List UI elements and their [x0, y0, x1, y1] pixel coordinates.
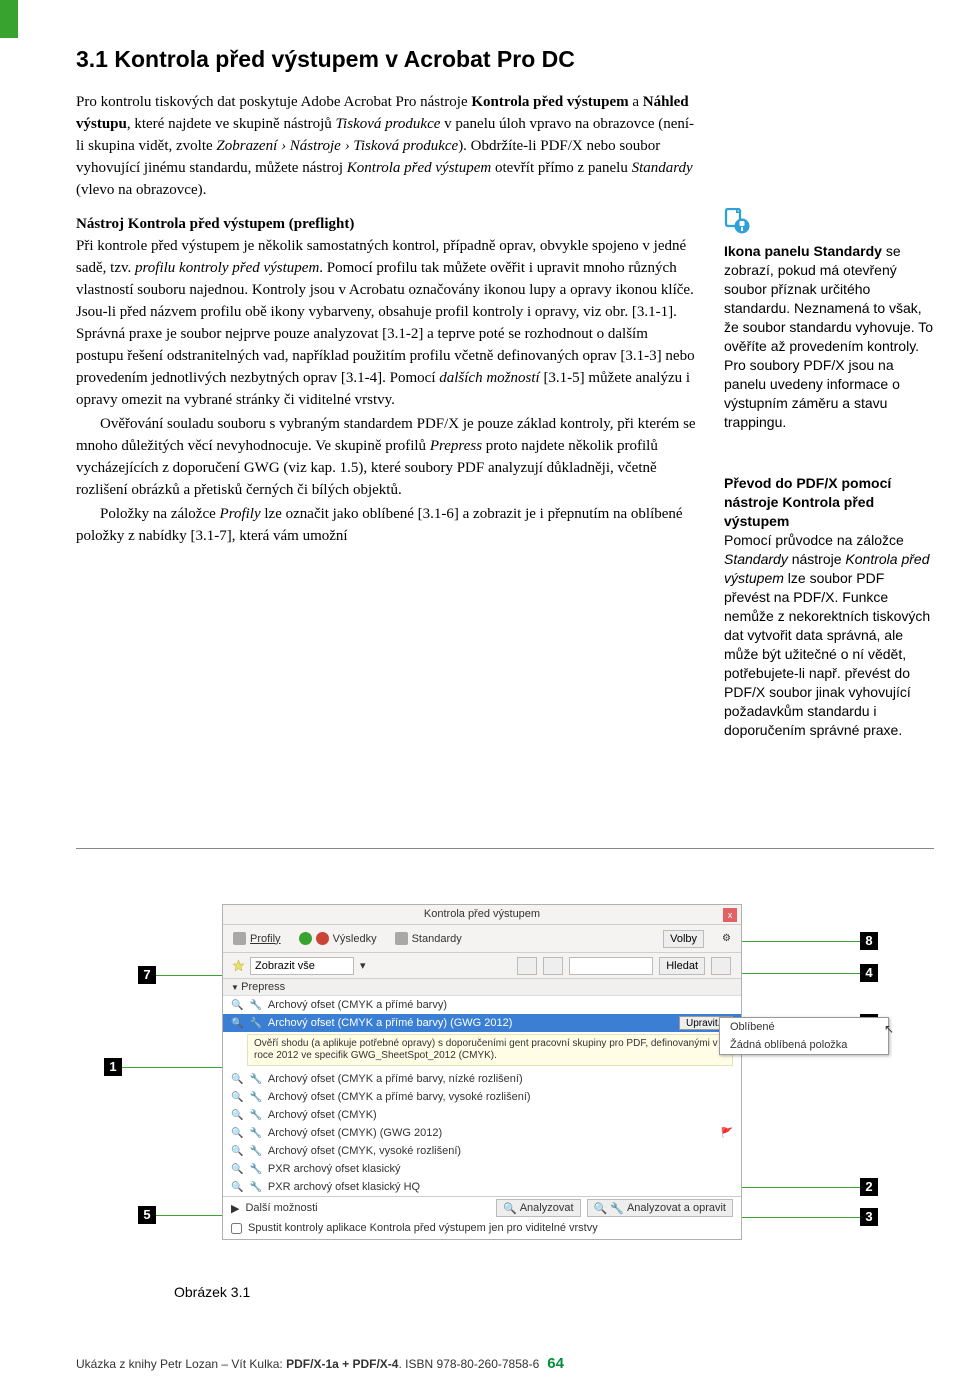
sidebar-note-1: Ikona panelu Standardy se zobrazí, pokud… — [724, 242, 934, 432]
profile-row-selected[interactable]: 🔍🔧Archový ofset (CMYK a přímé barvy) (GW… — [223, 1014, 741, 1032]
callout-line — [726, 973, 860, 974]
magnifier-icon: 🔍 — [594, 1202, 608, 1215]
more-options-row: ▶ Další možnosti 🔍Analyzovat 🔍🔧Analyzova… — [223, 1196, 741, 1219]
check-icon — [299, 932, 312, 945]
wrench-icon: 🔧 — [249, 1110, 261, 1121]
profile-list: Prepress 🔍🔧Archový ofset (CMYK a přímé b… — [223, 979, 741, 1239]
page-accent — [0, 0, 18, 38]
wrench-icon: 🔧 — [610, 1202, 624, 1215]
search-button[interactable] — [659, 957, 705, 975]
profile-row[interactable]: 🔍🔧Archový ofset (CMYK a přímé barvy, níz… — [223, 1070, 741, 1088]
paragraph-4: Položky na záložce Profily lze označit j… — [76, 503, 698, 547]
callout-7: 7 — [138, 966, 156, 984]
magnifier-icon: 🔍 — [231, 1182, 243, 1193]
callout-line — [742, 1217, 860, 1218]
favorite-icon[interactable] — [233, 960, 244, 971]
divider — [76, 848, 934, 849]
wrench-icon: 🔧 — [249, 1018, 261, 1029]
visible-layers-option: Spustit kontroly aplikace Kontrola před … — [223, 1219, 741, 1237]
tab-profiles[interactable]: Profily — [233, 932, 281, 945]
options-button[interactable] — [663, 930, 704, 948]
analyze-and-fix-button[interactable]: 🔍🔧Analyzovat a opravit — [587, 1199, 733, 1217]
wrench-icon: 🔧 — [249, 1146, 261, 1157]
section-heading: 3.1 Kontrola před výstupem v Acrobat Pro… — [76, 46, 698, 73]
filter-icon-button[interactable] — [543, 957, 563, 975]
callout-3: 3 — [860, 1208, 878, 1226]
magnifier-icon: 🔍 — [231, 1092, 243, 1103]
magnifier-icon: 🔍 — [231, 1000, 243, 1011]
sidebar-note-2: Převod do PDF/X pomocí nástroje Kontrola… — [724, 474, 934, 740]
profiles-icon — [233, 932, 246, 945]
page-number: 64 — [547, 1355, 564, 1372]
wrench-icon: 🔧 — [249, 1164, 261, 1175]
profile-row[interactable]: 🔍🔧Archový ofset (CMYK) (GWG 2012)🚩 — [223, 1124, 741, 1142]
visible-layers-checkbox[interactable] — [231, 1223, 242, 1234]
magnifier-icon: 🔍 — [231, 1164, 243, 1175]
wrench-icon: 🔧 — [249, 1092, 261, 1103]
expand-icon[interactable]: ▶ — [231, 1202, 239, 1215]
search-input[interactable] — [569, 957, 653, 975]
popup-item[interactable]: Žádná oblíbená položka — [720, 1036, 888, 1054]
profile-row[interactable]: 🔍🔧Archový ofset (CMYK) — [223, 1106, 741, 1124]
gear-icon[interactable]: ⚙ — [722, 933, 731, 944]
profile-row[interactable]: 🔍🔧PXR archový ofset klasický — [223, 1160, 741, 1178]
magnifier-icon: 🔍 — [231, 1146, 243, 1157]
magnifier-icon: 🔍 — [231, 1110, 243, 1121]
preflight-titlebar: Kontrola před výstupem x — [223, 905, 741, 925]
paragraph-3: Ověřování souladu souboru s vybraným sta… — [76, 413, 698, 501]
filter-icon-button[interactable] — [517, 957, 537, 975]
magnifier-icon: 🔍 — [231, 1128, 243, 1139]
flag-icon: 🚩 — [721, 1128, 733, 1139]
standards-icon — [395, 932, 408, 945]
group-header[interactable]: Prepress — [223, 979, 741, 996]
close-button[interactable]: x — [723, 908, 737, 922]
wrench-icon: 🔧 — [249, 1000, 261, 1011]
figure-caption: Obrázek 3.1 — [174, 1284, 250, 1300]
page-range-option: Kontrolovat pouze stránky do — [223, 1237, 741, 1239]
callout-2: 2 — [860, 1178, 878, 1196]
wrench-icon: 🔧 — [249, 1074, 261, 1085]
filter-icon-button[interactable] — [711, 957, 731, 975]
callout-1: 1 — [104, 1058, 122, 1076]
filter-row: ▾ — [223, 953, 741, 979]
callout-line — [742, 1187, 860, 1188]
profile-description: Ověří shodu (a aplikuje potřebné opravy)… — [247, 1034, 733, 1066]
callout-8: 8 — [860, 932, 878, 950]
popup-item[interactable]: Oblíbené — [720, 1018, 888, 1036]
callout-4: 4 — [860, 964, 878, 982]
callout-5: 5 — [138, 1206, 156, 1224]
magnifier-icon: 🔍 — [231, 1018, 243, 1029]
profile-row[interactable]: 🔍🔧Archový ofset (CMYK a přímé barvy, vys… — [223, 1088, 741, 1106]
preflight-panel: Kontrola před výstupem x Profily Výsledk… — [222, 904, 742, 1240]
wrench-icon: 🔧 — [249, 1128, 261, 1139]
cross-icon — [316, 932, 329, 945]
profile-row[interactable]: 🔍🔧PXR archový ofset klasický HQ — [223, 1178, 741, 1196]
tab-standards[interactable]: Standardy — [395, 932, 462, 945]
footer-credit: Ukázka z knihy Petr Lozan – Vít Kulka: P… — [76, 1355, 564, 1372]
profile-row[interactable]: 🔍🔧Archový ofset (CMYK a přímé barvy) — [223, 996, 741, 1014]
analyze-button[interactable]: 🔍Analyzovat — [496, 1199, 581, 1217]
tab-results[interactable]: Výsledky — [299, 932, 377, 945]
cursor-icon: ↖ — [884, 1022, 894, 1036]
show-filter[interactable] — [250, 957, 354, 975]
chevron-down-icon[interactable]: ▾ — [360, 959, 366, 972]
preflight-title: Kontrola před výstupem — [424, 908, 540, 920]
wrench-icon: 🔧 — [249, 1182, 261, 1193]
magnifier-icon: 🔍 — [503, 1202, 517, 1215]
tab-row: Profily Výsledky Standardy ⚙ — [223, 925, 741, 953]
magnifier-icon: 🔍 — [231, 1074, 243, 1085]
favorites-popup: Oblíbené Žádná oblíbená položka ↖ — [719, 1017, 889, 1055]
more-options-label[interactable]: Další možnosti — [245, 1202, 317, 1214]
paragraph-1: Pro kontrolu tiskových dat poskytuje Ado… — [76, 91, 698, 201]
profile-row[interactable]: 🔍🔧Archový ofset (CMYK, vysoké rozlišení) — [223, 1142, 741, 1160]
standards-panel-icon — [724, 208, 934, 236]
subsection-1: Nástroj Kontrola před výstupem (prefligh… — [76, 213, 698, 411]
